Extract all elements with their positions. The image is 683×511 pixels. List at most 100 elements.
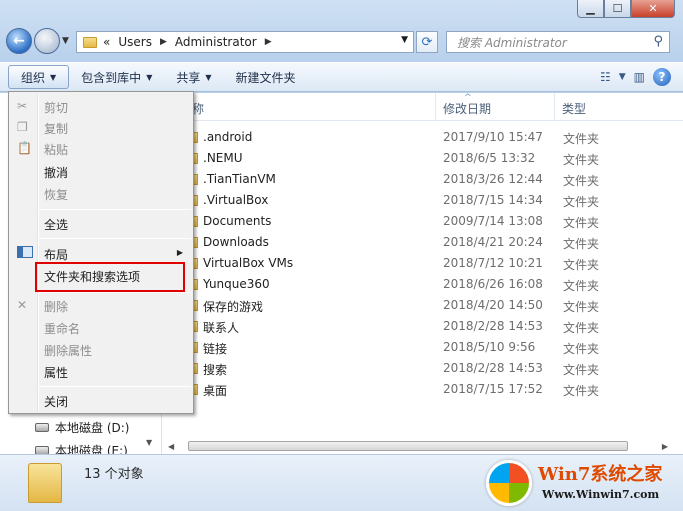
scroll-down-arrow-icon[interactable]: ▼: [146, 438, 152, 447]
organize-button[interactable]: 组织 ▼: [8, 65, 70, 89]
drive-icon: [35, 423, 49, 432]
table-row[interactable]: .TianTianVM 2018/3/26 12:44 文件夹: [190, 169, 670, 190]
file-name: Downloads: [203, 235, 269, 249]
command-bar: 组织 ▼ 包含到库中 ▼ 共享 ▼ 新建文件夹 ☷ ▼ ▥ ?: [0, 62, 683, 92]
file-date: 2018/6/5 13:32: [443, 151, 536, 165]
file-date: 2018/2/28 14:53: [443, 319, 543, 333]
clipboard-icon: 📋: [17, 141, 32, 155]
scrollbar-thumb[interactable]: [188, 441, 629, 451]
menu-item-paste[interactable]: 粘贴: [44, 141, 68, 158]
scissors-icon: ✂: [17, 99, 28, 113]
file-date: 2009/7/14 13:08: [443, 214, 543, 228]
file-date: 2018/3/26 12:44: [443, 172, 543, 186]
menu-item-properties[interactable]: 属性: [44, 364, 68, 381]
menu-item-layout[interactable]: 布局: [44, 246, 68, 263]
watermark-brand: Win7系统之家: [538, 464, 663, 485]
file-date: 2018/7/12 10:21: [443, 256, 543, 270]
view-options-icon[interactable]: ☷: [600, 66, 611, 88]
file-name: .TianTianVM: [203, 172, 276, 186]
folder-icon: [83, 36, 97, 48]
table-row[interactable]: Documents 2009/7/14 13:08 文件夹: [190, 211, 670, 232]
view-dropdown-icon[interactable]: ▼: [619, 66, 626, 88]
menu-item-cut[interactable]: 剪切: [44, 99, 68, 116]
table-row[interactable]: Downloads 2018/4/21 20:24 文件夹: [190, 232, 670, 253]
breadcrumb-administrator[interactable]: Administrator: [175, 35, 257, 49]
include-in-library-button[interactable]: 包含到库中 ▼: [69, 65, 164, 89]
table-row[interactable]: .NEMU 2018/6/5 13:32 文件夹: [190, 148, 670, 169]
menu-item-close[interactable]: 关闭: [44, 393, 68, 410]
address-dropdown-icon[interactable]: ▼: [401, 35, 408, 45]
menu-item-undo[interactable]: 撤消: [44, 164, 68, 181]
menu-separator: [39, 209, 191, 210]
file-date: 2018/4/20 14:50: [443, 298, 543, 312]
nav-item-drive-d[interactable]: 本地磁盘 (D:): [35, 419, 129, 436]
file-type: 文件夹: [563, 174, 600, 188]
file-type: 文件夹: [563, 300, 600, 314]
file-type: 文件夹: [563, 195, 600, 209]
address-bar[interactable]: « Users ▶ Administrator ▶ ▼: [76, 31, 414, 53]
table-row[interactable]: .VirtualBox 2018/7/15 14:34 文件夹: [190, 190, 670, 211]
column-type[interactable]: 类型: [562, 100, 586, 117]
table-row[interactable]: 桌面 2018/7/15 17:52 文件夹: [190, 379, 670, 400]
menu-item-delete[interactable]: 删除: [44, 298, 68, 315]
file-name: Documents: [203, 214, 272, 228]
search-input[interactable]: 搜索 Administrator ⚲: [446, 31, 670, 53]
chevron-right-icon[interactable]: ▶: [265, 37, 272, 47]
menu-item-remove-properties[interactable]: 删除属性: [44, 342, 92, 359]
forward-button[interactable]: →: [34, 28, 60, 54]
watermark: Win7系统之家 Www.Winwin7.com: [486, 458, 680, 510]
scroll-left-arrow-icon[interactable]: ◀: [168, 442, 174, 451]
submenu-arrow-icon: ▶: [176, 248, 183, 257]
file-type: 文件夹: [563, 363, 600, 377]
file-type: 文件夹: [563, 258, 600, 272]
search-icon[interactable]: ⚲: [653, 34, 663, 49]
file-type: 文件夹: [563, 342, 600, 356]
file-date: 2017/9/10 15:47: [443, 130, 543, 144]
file-type: 文件夹: [563, 279, 600, 293]
maximize-button[interactable]: ☐: [604, 0, 631, 18]
file-name: 搜索: [203, 363, 228, 377]
column-header: ^ 称 修改日期 类型: [162, 93, 683, 121]
back-button[interactable]: ←: [6, 28, 32, 54]
column-divider[interactable]: [435, 93, 436, 121]
share-label: 共享: [176, 70, 201, 85]
share-button[interactable]: 共享 ▼: [164, 65, 223, 89]
chevron-right-icon[interactable]: ▶: [160, 37, 167, 47]
help-icon[interactable]: ?: [653, 68, 671, 86]
minimize-button[interactable]: ▁: [577, 0, 604, 18]
menu-item-rename[interactable]: 重命名: [44, 320, 80, 337]
chevron-down-icon: ▼: [205, 72, 212, 82]
menu-item-copy[interactable]: 复制: [44, 120, 68, 137]
file-type: 文件夹: [563, 216, 600, 230]
menu-item-select-all[interactable]: 全选: [44, 216, 68, 233]
layout-icon: [17, 246, 33, 258]
preview-pane-icon[interactable]: ▥: [634, 66, 645, 88]
table-row[interactable]: .android 2017/9/10 15:47 文件夹: [190, 127, 670, 148]
organize-label: 组织: [21, 70, 46, 85]
file-type: 文件夹: [563, 237, 600, 251]
file-name: 桌面: [203, 384, 228, 398]
copy-icon: ❐: [17, 120, 28, 134]
new-folder-label: 新建文件夹: [235, 70, 296, 85]
breadcrumb-users[interactable]: Users: [118, 35, 152, 49]
table-row[interactable]: 联系人 2018/2/28 14:53 文件夹: [190, 316, 670, 337]
address-overflow[interactable]: «: [103, 35, 110, 49]
table-row[interactable]: Yunque360 2018/6/26 16:08 文件夹: [190, 274, 670, 295]
table-row[interactable]: 搜索 2018/2/28 14:53 文件夹: [190, 358, 670, 379]
column-date[interactable]: 修改日期: [443, 100, 491, 117]
horizontal-scrollbar[interactable]: ◀ ▶: [168, 440, 668, 452]
column-divider[interactable]: [554, 93, 555, 121]
refresh-button[interactable]: ⟳: [416, 31, 438, 53]
table-row[interactable]: VirtualBox VMs 2018/7/12 10:21 文件夹: [190, 253, 670, 274]
table-row[interactable]: 保存的游戏 2018/4/20 14:50 文件夹: [190, 295, 670, 316]
close-button[interactable]: ✕: [631, 0, 675, 18]
table-row[interactable]: 链接 2018/5/10 9:56 文件夹: [190, 337, 670, 358]
chevron-down-icon: ▼: [146, 72, 153, 82]
navigation-buttons: ← → ▼: [6, 28, 69, 54]
scroll-right-arrow-icon[interactable]: ▶: [662, 442, 668, 451]
menu-item-redo[interactable]: 恢复: [44, 186, 68, 203]
new-folder-button[interactable]: 新建文件夹: [224, 65, 308, 89]
caption-buttons: ▁ ☐ ✕: [577, 0, 675, 18]
file-date: 2018/4/21 20:24: [443, 235, 543, 249]
recent-pages-dropdown-icon[interactable]: ▼: [62, 36, 69, 46]
